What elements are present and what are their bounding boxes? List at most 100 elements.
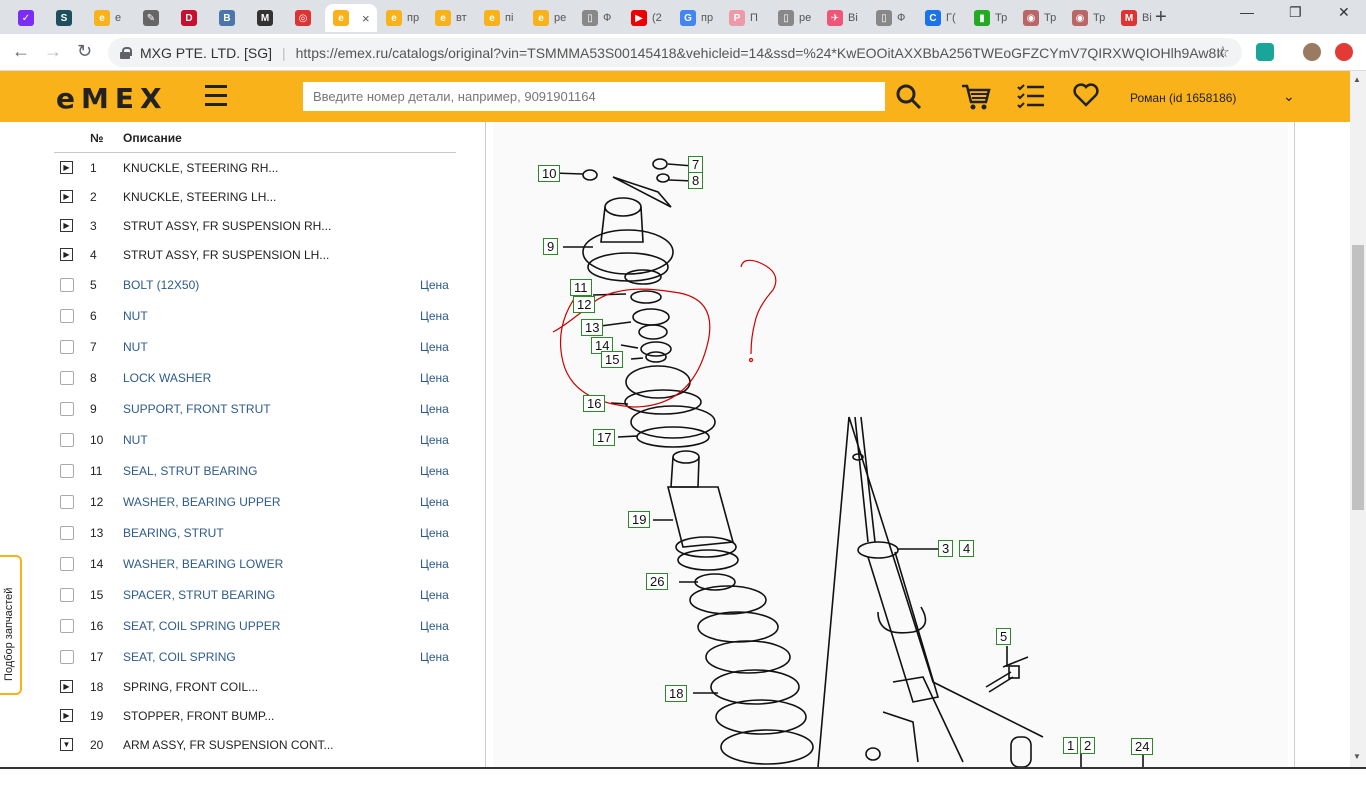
table-row[interactable]: ▶ 3 STRUT ASSY, FR SUSPENSION RH... [54, 211, 456, 240]
table-row[interactable]: 6 NUT Цена [54, 300, 456, 331]
expand-icon[interactable]: ▶ [60, 709, 73, 722]
row-checkbox[interactable] [60, 619, 74, 633]
price-link[interactable]: Цена [420, 309, 449, 323]
browser-tab[interactable]: ▯ ре [770, 4, 818, 32]
row-description[interactable]: SEAT, COIL SPRING UPPER [123, 619, 280, 633]
browser-tab[interactable]: e × [325, 4, 377, 32]
price-link[interactable]: Цена [420, 650, 449, 664]
row-checkbox[interactable] [60, 588, 74, 602]
browser-tab[interactable]: ▶ (2 [623, 4, 671, 32]
expand-icon[interactable]: ▶ [60, 248, 73, 261]
browser-tab[interactable]: Gпр [672, 4, 720, 32]
row-checkbox[interactable] [60, 371, 74, 385]
price-link[interactable]: Цена [420, 619, 449, 633]
url-text[interactable]: https://emex.ru/catalogs/original?vin=TS… [296, 45, 1224, 61]
browser-tab[interactable]: e вт [427, 4, 475, 32]
table-row[interactable]: ▶ 4 STRUT ASSY, FR SUSPENSION LH... [54, 240, 456, 269]
table-row[interactable]: ▶ 1 KNUCKLE, STEERING RH... [54, 153, 456, 182]
expand-icon[interactable]: ▶ [60, 219, 73, 232]
row-checkbox[interactable] [60, 495, 74, 509]
diagram-callout[interactable]: 16 [583, 395, 606, 412]
browser-tab[interactable]: S [48, 4, 85, 32]
browser-tab[interactable]: ee [86, 4, 134, 32]
chevron-down-icon[interactable]: ⌄ [1283, 88, 1295, 105]
browser-tab[interactable]: ▮ Тр [966, 4, 1014, 32]
collapse-icon[interactable]: ▼ [60, 738, 73, 751]
browser-tab[interactable]: ▯ Ф [868, 4, 916, 32]
search-icon[interactable] [895, 83, 923, 111]
browser-tab[interactable]: ◉ Тр [1015, 4, 1063, 32]
browser-tab[interactable]: C Г( [917, 4, 965, 32]
table-row[interactable]: ▼ 20 ARM ASSY, FR SUSPENSION CONT... [54, 730, 456, 759]
diagram-callout[interactable]: 18 [665, 685, 688, 702]
row-checkbox[interactable] [60, 402, 74, 416]
user-name[interactable]: Роман (id 1658186) [1130, 91, 1236, 105]
price-link[interactable]: Цена [420, 371, 449, 385]
address-bar[interactable]: MXG PTE. LTD. [SG] | https://emex.ru/cat… [108, 38, 1242, 67]
row-checkbox[interactable] [60, 340, 74, 354]
price-link[interactable]: Цена [420, 464, 449, 478]
table-row[interactable]: 13 BEARING, STRUT Цена [54, 517, 456, 548]
browser-tab[interactable]: M Ві [1113, 4, 1161, 32]
diagram-callout[interactable]: 15 [601, 351, 624, 368]
table-row[interactable]: 8 LOCK WASHER Цена [54, 362, 456, 393]
table-row[interactable]: 7 NUT Цена [54, 331, 456, 362]
row-description[interactable]: BEARING, STRUT [123, 526, 224, 540]
browser-tab[interactable]: ▯ Ф [574, 4, 622, 32]
new-tab-button[interactable]: + [1155, 6, 1167, 29]
row-description[interactable]: BOLT (12X50) [123, 278, 199, 292]
scroll-up-arrow[interactable]: ▲ [1353, 75, 1361, 84]
row-description[interactable]: NUT [123, 433, 148, 447]
row-description[interactable]: SEAL, STRUT BEARING [123, 464, 257, 478]
diagram-callout[interactable]: 1 [1063, 737, 1079, 754]
table-row[interactable]: ▶ 18 SPRING, FRONT COIL... [54, 672, 456, 701]
browser-tab[interactable]: e пр [378, 4, 426, 32]
expand-icon[interactable]: ▶ [60, 190, 73, 203]
row-checkbox[interactable] [60, 650, 74, 664]
table-row[interactable]: 11 SEAL, STRUT BEARING Цена [54, 455, 456, 486]
bookmark-star-icon[interactable]: ☆ [1216, 42, 1230, 62]
emex-logo[interactable]: eMEX [56, 82, 168, 115]
browser-tab[interactable]: ◉ Тр [1064, 4, 1112, 32]
browser-tab[interactable]: e пі [476, 4, 524, 32]
expand-icon[interactable]: ▶ [60, 161, 73, 174]
menu-icon[interactable] [205, 85, 227, 107]
minimize-button[interactable]: — [1240, 4, 1254, 20]
diagram-callout[interactable]: 7 [688, 156, 704, 173]
browser-tab[interactable]: e ре [525, 4, 573, 32]
table-row[interactable]: 12 WASHER, BEARING UPPER Цена [54, 486, 456, 517]
price-link[interactable]: Цена [420, 557, 449, 571]
table-row[interactable]: 14 WASHER, BEARING LOWER Цена [54, 548, 456, 579]
scrollbar-thumb[interactable] [1352, 245, 1364, 510]
forward-button[interactable]: → [44, 41, 62, 62]
diagram-callout[interactable]: 13 [581, 319, 604, 336]
row-checkbox[interactable] [60, 557, 74, 571]
table-row[interactable]: 5 BOLT (12X50) Цена [54, 269, 456, 300]
reload-button[interactable]: ↻ [77, 41, 92, 62]
price-link[interactable]: Цена [420, 526, 449, 540]
window-close-button[interactable]: ✕ [1338, 4, 1350, 21]
table-row[interactable]: 9 SUPPORT, FRONT STRUT Цена [54, 393, 456, 424]
diagram-callout[interactable]: 10 [538, 165, 561, 182]
diagram-callout[interactable]: 9 [543, 238, 559, 255]
row-description[interactable]: NUT [123, 340, 148, 354]
browser-tab[interactable]: ✈ Ві [819, 4, 867, 32]
diagram-callout[interactable]: 2 [1080, 737, 1096, 754]
scroll-down-arrow[interactable]: ▼ [1353, 752, 1361, 761]
diagram-callout[interactable]: 19 [628, 511, 651, 528]
browser-tab[interactable]: PП [721, 4, 769, 32]
table-row[interactable]: 15 SPACER, STRUT BEARING Цена [54, 579, 456, 610]
row-description[interactable]: SUPPORT, FRONT STRUT [123, 402, 271, 416]
heart-icon[interactable] [1073, 83, 1099, 107]
browser-tab[interactable]: ✎ [135, 4, 172, 32]
table-row[interactable]: 17 SEAT, COIL SPRING Цена [54, 641, 456, 672]
expand-icon[interactable]: ▶ [60, 680, 73, 693]
diagram-callout[interactable]: 17 [593, 429, 616, 446]
maximize-button[interactable]: ❐ [1289, 4, 1302, 21]
cart-icon[interactable] [961, 83, 991, 111]
row-checkbox[interactable] [60, 278, 74, 292]
part-search-input[interactable] [303, 82, 885, 111]
browser-tab[interactable]: В [211, 4, 248, 32]
price-link[interactable]: Цена [420, 340, 449, 354]
row-description[interactable]: NUT [123, 309, 148, 323]
